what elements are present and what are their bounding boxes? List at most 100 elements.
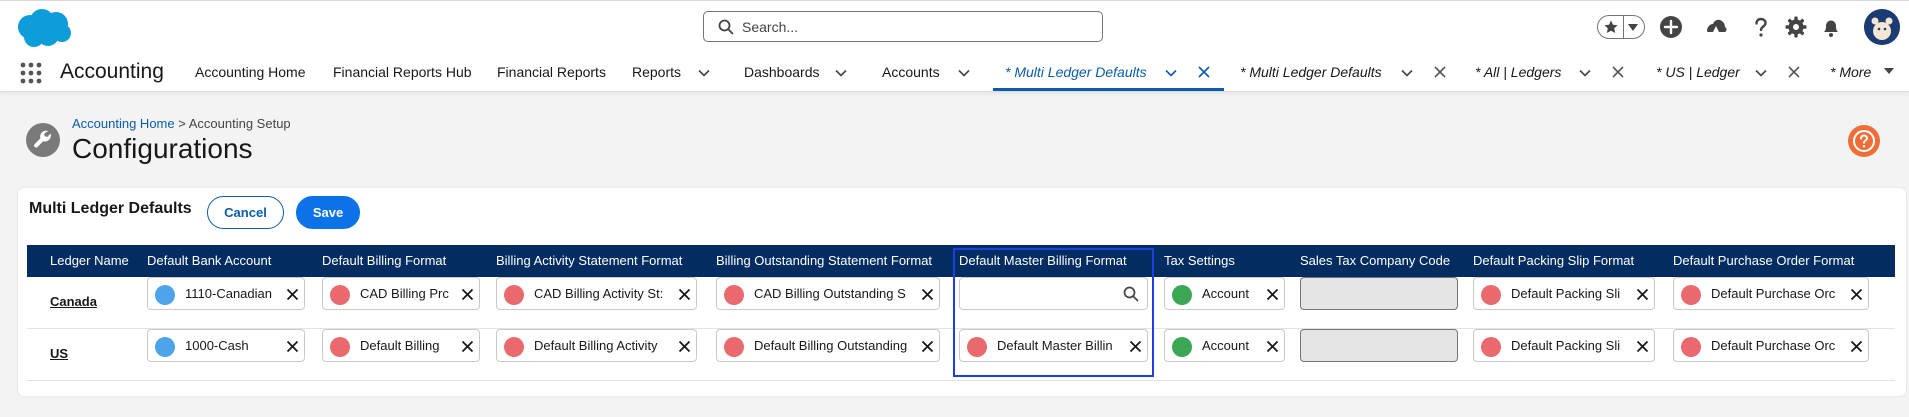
- favorites-button-group[interactable]: [1597, 15, 1645, 39]
- outstanding-statement-lookup-pill[interactable]: Default Billing Outstanding: [716, 329, 940, 362]
- star-icon[interactable]: [1603, 19, 1619, 35]
- help-button[interactable]: [1848, 125, 1880, 157]
- nav-tab-all-ledgers[interactable]: * All | Ledgers: [1475, 64, 1561, 80]
- billing-format-lookup-pill[interactable]: CAD Billing Prc: [322, 277, 480, 310]
- pill-label: CAD Billing Outstanding S: [754, 286, 906, 301]
- billing-format-lookup-pill[interactable]: Default Billing: [322, 329, 480, 362]
- billing-format-icon: [504, 337, 524, 357]
- remove-icon[interactable]: [678, 288, 691, 301]
- sales-tax-company-code-field: [1300, 277, 1458, 310]
- salesforce-cloud-logo-icon[interactable]: [14, 7, 74, 49]
- chevron-down-icon[interactable]: [1400, 66, 1414, 80]
- remove-icon[interactable]: [921, 340, 934, 353]
- remove-icon[interactable]: [921, 288, 934, 301]
- nav-item-financial-reports-hub[interactable]: Financial Reports Hub: [333, 64, 472, 80]
- pill-label: CAD Billing Activity St:: [534, 286, 664, 301]
- remove-icon[interactable]: [678, 340, 691, 353]
- tax-settings-wrench-icon: [1172, 337, 1192, 357]
- search-icon: [718, 19, 734, 35]
- app-launcher-waffle-icon[interactable]: [20, 62, 42, 84]
- remove-icon[interactable]: [1850, 288, 1863, 301]
- add-plus-icon[interactable]: [1658, 14, 1684, 40]
- pill-label: Default Packing Sli: [1511, 338, 1621, 353]
- activity-statement-lookup-pill[interactable]: CAD Billing Activity St:: [496, 277, 697, 310]
- setup-wrench-icon: [26, 123, 60, 157]
- remove-icon[interactable]: [461, 340, 474, 353]
- pill-label: Default Billing Activity: [534, 338, 658, 353]
- billing-format-icon: [724, 285, 744, 305]
- nav-item-dashboards[interactable]: Dashboards: [744, 64, 820, 80]
- outstanding-statement-lookup-pill[interactable]: CAD Billing Outstanding S: [716, 277, 940, 310]
- nav-item-accounting-home[interactable]: Accounting Home: [195, 64, 306, 80]
- search-placeholder: Search...: [742, 19, 799, 35]
- billing-format-icon: [504, 285, 524, 305]
- column-header-tax-settings: Tax Settings: [1164, 253, 1235, 268]
- chevron-down-icon[interactable]: [957, 66, 971, 80]
- purchase-order-lookup-pill[interactable]: Default Purchase Orc: [1673, 277, 1869, 310]
- column-header-billing-activity-statement-format: Billing Activity Statement Format: [496, 253, 683, 268]
- billing-format-icon: [1481, 337, 1501, 357]
- help-question-icon[interactable]: [1748, 14, 1774, 40]
- ledger-link-canada[interactable]: Canada: [50, 294, 97, 309]
- chevron-down-icon[interactable]: [1578, 66, 1592, 80]
- setup-gear-icon[interactable]: [1783, 14, 1809, 40]
- remove-icon[interactable]: [1266, 288, 1279, 301]
- remove-icon[interactable]: [286, 340, 299, 353]
- activity-statement-lookup-pill[interactable]: Default Billing Activity: [496, 329, 697, 362]
- chevron-down-icon[interactable]: [1754, 66, 1768, 80]
- chevron-down-icon[interactable]: [697, 66, 711, 80]
- bank-account-lookup-pill[interactable]: 1110-Canadian: [147, 277, 305, 310]
- close-tab-icon[interactable]: [1434, 66, 1446, 78]
- global-search-input[interactable]: Search...: [703, 11, 1103, 42]
- remove-icon[interactable]: [1266, 340, 1279, 353]
- chevron-down-icon[interactable]: [1164, 66, 1178, 80]
- close-tab-icon[interactable]: [1198, 66, 1210, 78]
- nav-tab-us-ledger[interactable]: * US | Ledger: [1656, 64, 1740, 80]
- column-header-default-bank-account: Default Bank Account: [147, 253, 272, 268]
- help-question-icon: [1853, 130, 1875, 152]
- billing-format-icon: [330, 285, 350, 305]
- tax-settings-lookup-pill[interactable]: Account: [1164, 329, 1285, 362]
- pill-label: Default Billing: [360, 338, 440, 353]
- trailhead-cloud-icon[interactable]: [1703, 14, 1729, 40]
- bank-account-lookup-pill[interactable]: 1000-Cash: [147, 329, 305, 362]
- breadcrumb: Accounting Home > Accounting Setup: [72, 116, 291, 131]
- billing-format-icon: [1681, 285, 1701, 305]
- card-title: Multi Ledger Defaults: [29, 200, 192, 217]
- nav-item-financial-reports[interactable]: Financial Reports: [497, 64, 606, 80]
- notifications-bell-icon[interactable]: [1818, 14, 1844, 40]
- nav-item-accounts[interactable]: Accounts: [882, 64, 940, 80]
- billing-format-icon: [724, 337, 744, 357]
- close-tab-icon[interactable]: [1788, 66, 1800, 78]
- cancel-button[interactable]: Cancel: [207, 196, 284, 229]
- caret-down-icon[interactable]: [1627, 23, 1639, 32]
- remove-icon[interactable]: [1850, 340, 1863, 353]
- nav-tab-multi-ledger-defaults-active[interactable]: * Multi Ledger Defaults: [1005, 64, 1147, 80]
- pill-label: Default Purchase Orc: [1711, 338, 1836, 353]
- remove-icon[interactable]: [1636, 340, 1649, 353]
- packing-slip-lookup-pill[interactable]: Default Packing Sli: [1473, 329, 1655, 362]
- pill-label: Default Billing Outstanding: [754, 338, 908, 353]
- nav-tab-multi-ledger-defaults[interactable]: * Multi Ledger Defaults: [1240, 64, 1382, 80]
- tax-settings-lookup-pill[interactable]: Account: [1164, 277, 1285, 310]
- nav-more-menu[interactable]: * More: [1830, 64, 1871, 80]
- sales-tax-company-code-field: [1300, 329, 1458, 362]
- pill-label: 1000-Cash: [185, 338, 249, 353]
- global-header: Search...: [0, 0, 1909, 52]
- remove-icon[interactable]: [286, 288, 299, 301]
- close-tab-icon[interactable]: [1612, 66, 1624, 78]
- save-button[interactable]: Save: [296, 196, 360, 229]
- remove-icon[interactable]: [1636, 288, 1649, 301]
- breadcrumb-link-accounting-home[interactable]: Accounting Home: [72, 116, 175, 131]
- remove-icon[interactable]: [461, 288, 474, 301]
- packing-slip-lookup-pill[interactable]: Default Packing Sli: [1473, 277, 1655, 310]
- user-avatar[interactable]: [1864, 9, 1900, 45]
- chevron-down-icon[interactable]: [834, 66, 848, 80]
- favorites-divider: [1623, 16, 1624, 38]
- nav-item-reports[interactable]: Reports: [632, 64, 681, 80]
- pill-label: Account: [1202, 338, 1249, 353]
- ledger-link-us[interactable]: US: [50, 346, 68, 361]
- purchase-order-lookup-pill[interactable]: Default Purchase Orc: [1673, 329, 1869, 362]
- caret-down-icon[interactable]: [1882, 64, 1896, 78]
- pill-label: CAD Billing Prc: [360, 286, 449, 301]
